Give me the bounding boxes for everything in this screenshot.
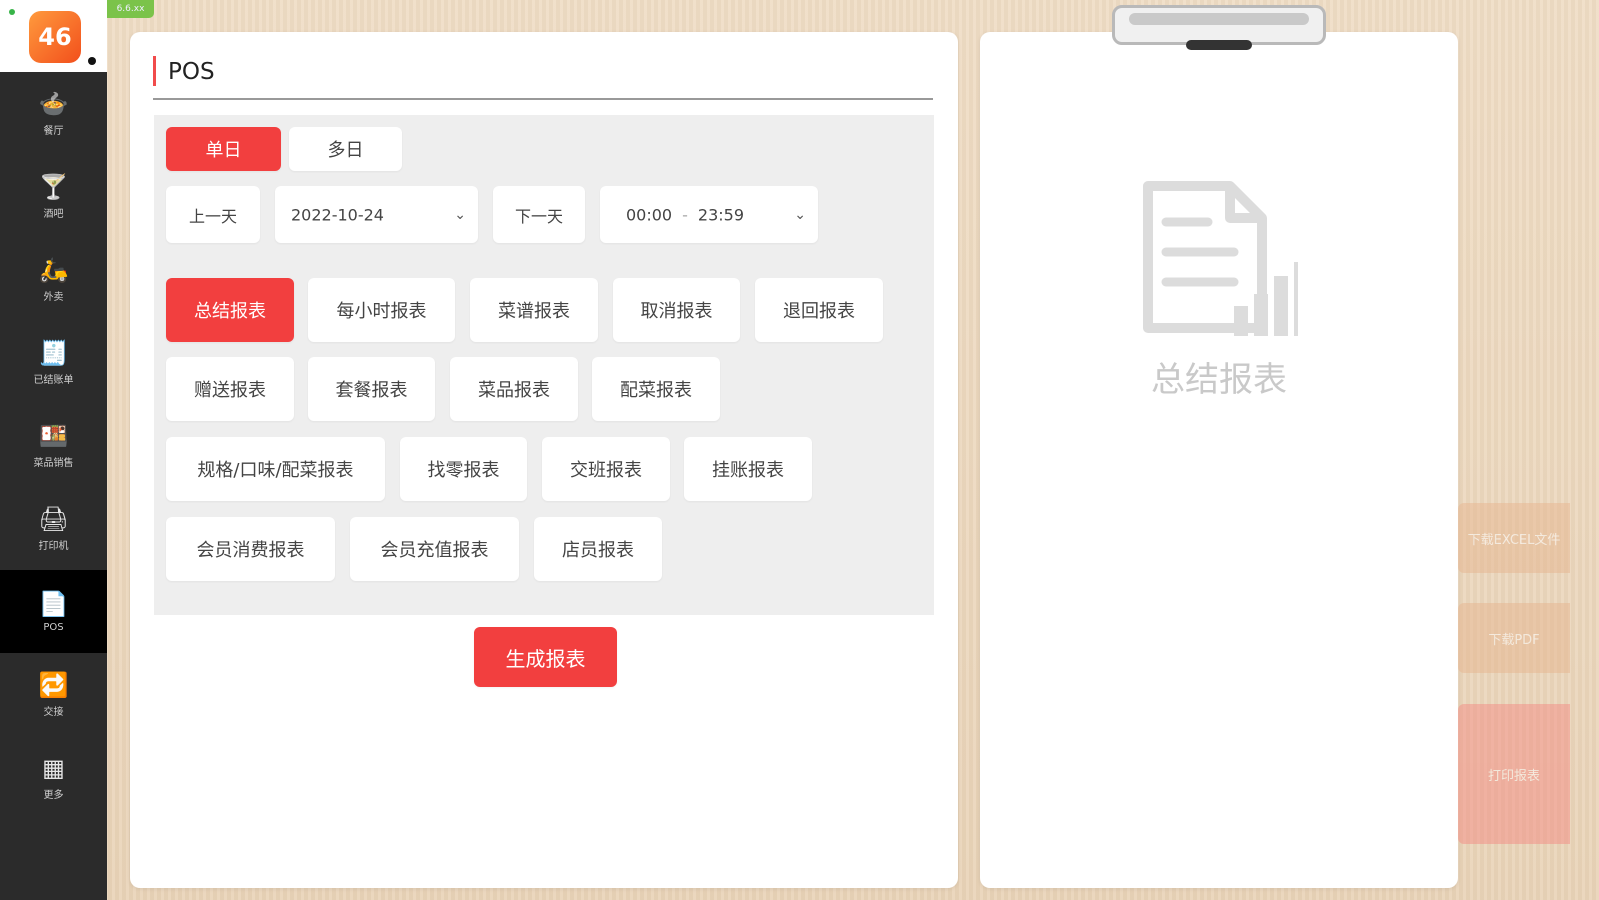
time-end: 23:59: [697, 205, 744, 224]
report-settings-panel: POS 单日 多日 上一天 2022-10-24 ⌄ 下一天 00:00-23:…: [130, 32, 958, 888]
sidebar-item-0[interactable]: 🍲 餐厅: [0, 72, 107, 155]
app-logo-icon: 46: [29, 11, 81, 63]
chevron-down-icon: ⌄: [794, 206, 806, 223]
report-type-button[interactable]: 每小时报表: [308, 278, 455, 342]
tab-multi-day[interactable]: 多日: [289, 127, 402, 171]
date-select[interactable]: 2022-10-24 ⌄: [275, 186, 478, 243]
sidebar-item-5[interactable]: 🖨 打印机: [0, 487, 107, 570]
sidebar-item-label: 菜品销售: [33, 457, 74, 469]
sidebar: 46 🍲 餐厅 🍸 酒吧 🛵 外卖 🧾 已结账单 🍱 菜品销售 🖨 打印机 📄 POS 🔁 交接 ▦ 更多: [0, 0, 107, 900]
cloche-icon: 🍲: [38, 89, 69, 118]
print-report-button[interactable]: 打印报表: [1458, 704, 1570, 844]
chevron-down-icon: ⌄: [454, 206, 466, 223]
sidebar-item-2[interactable]: 🛵 外卖: [0, 238, 107, 321]
next-day-button[interactable]: 下一天: [493, 186, 585, 243]
sidebar-item-3[interactable]: 🧾 已结账单: [0, 321, 107, 404]
download-pdf-button[interactable]: 下载PDF: [1458, 603, 1570, 673]
report-preview-panel: 总结报表: [980, 32, 1458, 888]
report-type-button[interactable]: 规格/口味/配菜报表: [166, 437, 385, 501]
dish-icon: 🍱: [38, 421, 69, 450]
version-badge: 6.6.xx: [107, 0, 154, 18]
report-type-button[interactable]: 店员报表: [534, 517, 662, 581]
report-type-button[interactable]: 会员充值报表: [350, 517, 519, 581]
date-value: 2022-10-24: [291, 205, 384, 224]
sidebar-item-label: 打印机: [38, 540, 69, 552]
title-accent-bar: [153, 56, 156, 86]
time-range-text: 00:00-23:59: [626, 205, 744, 224]
report-type-button[interactable]: 找零报表: [400, 437, 527, 501]
sidebar-item-label: 酒吧: [43, 208, 64, 220]
grid-icon: ▦: [42, 753, 65, 782]
report-type-button[interactable]: 交班报表: [542, 437, 670, 501]
document-icon: 📄: [38, 589, 69, 618]
sidebar-item-4[interactable]: 🍱 菜品销售: [0, 404, 107, 487]
report-type-button[interactable]: 退回报表: [755, 278, 883, 342]
notification-dot-icon: [88, 57, 96, 65]
sidebar-item-6[interactable]: 📄 POS: [0, 570, 107, 653]
time-range-select[interactable]: 00:00-23:59 ⌄: [600, 186, 818, 243]
delivery-icon: 🛵: [38, 255, 69, 284]
report-type-button[interactable]: 配菜报表: [592, 357, 720, 421]
report-type-button[interactable]: 取消报表: [613, 278, 740, 342]
report-document-icon: [1143, 181, 1298, 336]
sidebar-item-label: 外卖: [43, 291, 64, 303]
sidebar-item-7[interactable]: 🔁 交接: [0, 653, 107, 736]
sidebar-item-1[interactable]: 🍸 酒吧: [0, 155, 107, 238]
preview-placeholder-text: 总结报表: [1151, 360, 1287, 400]
clip-handle: [1186, 40, 1252, 50]
clipboard-clip-icon: [1112, 5, 1326, 45]
exchange-icon: 🔁: [38, 670, 69, 699]
sidebar-item-label: 已结账单: [33, 374, 74, 386]
receipt-icon: 🧾: [38, 338, 69, 367]
sidebar-item-label: 更多: [43, 789, 64, 801]
filter-area: 单日 多日 上一天 2022-10-24 ⌄ 下一天 00:00-23:59 ⌄…: [154, 115, 934, 615]
clip-inner: [1129, 13, 1309, 25]
time-start: 00:00: [626, 205, 673, 224]
report-type-button[interactable]: 赠送报表: [166, 357, 294, 421]
prev-day-button[interactable]: 上一天: [166, 186, 260, 243]
sidebar-item-label: POS: [43, 621, 64, 633]
page-title: POS: [168, 59, 215, 85]
status-dot-icon: [9, 9, 15, 15]
generate-report-button[interactable]: 生成报表: [474, 627, 617, 687]
time-separator: -: [682, 205, 688, 224]
report-type-button[interactable]: 总结报表: [166, 278, 294, 342]
export-excel-button[interactable]: 下载EXCEL文件: [1458, 503, 1570, 573]
report-type-button[interactable]: 会员消费报表: [166, 517, 335, 581]
cocktail-icon: 🍸: [38, 172, 69, 201]
report-type-button[interactable]: 挂账报表: [684, 437, 812, 501]
panel-header: POS: [153, 54, 933, 100]
printer-icon: 🖨: [38, 504, 69, 533]
report-type-button[interactable]: 套餐报表: [308, 357, 435, 421]
tab-single-day[interactable]: 单日: [166, 127, 281, 171]
logo-area: 46: [0, 0, 107, 72]
sidebar-item-8[interactable]: ▦ 更多: [0, 736, 107, 819]
report-type-button[interactable]: 菜品报表: [450, 357, 578, 421]
sidebar-item-label: 交接: [43, 706, 64, 718]
report-type-button[interactable]: 菜谱报表: [470, 278, 598, 342]
sidebar-item-label: 餐厅: [43, 125, 64, 137]
